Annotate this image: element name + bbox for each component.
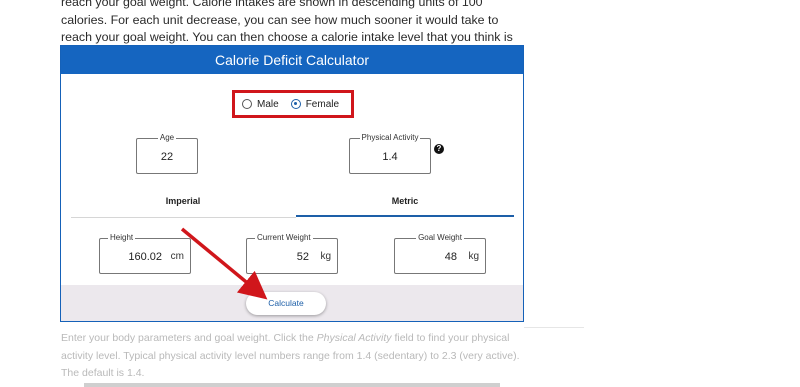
divider-line: [524, 327, 584, 328]
horizontal-scrollbar[interactable]: [84, 383, 500, 387]
instructions-paragraph: Enter your body parameters and goal weig…: [61, 332, 520, 379]
physical-activity-emphasis: Physical Activity: [316, 332, 392, 344]
red-arrow-annotation: [180, 227, 268, 300]
